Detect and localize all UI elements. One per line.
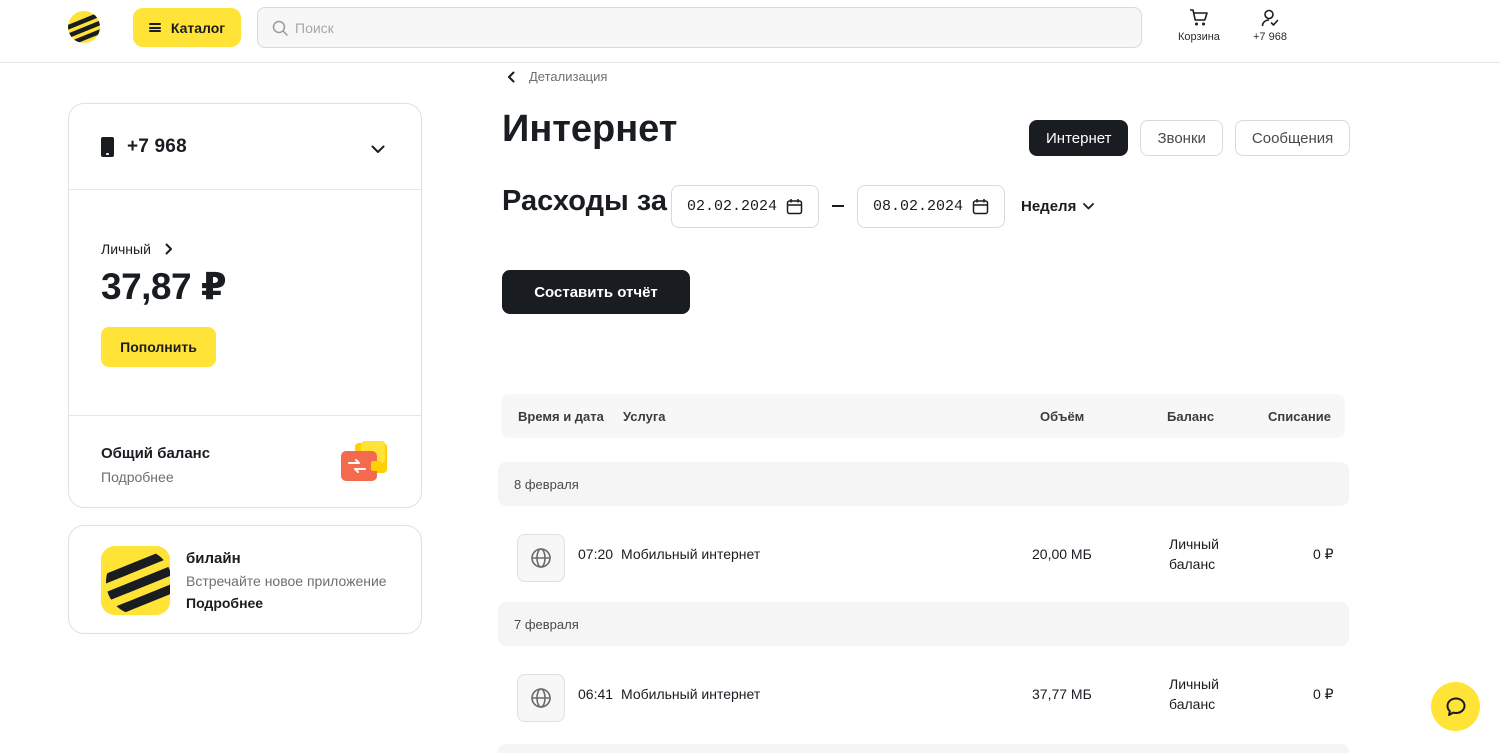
user-icon — [1261, 9, 1279, 27]
row-balance-line2: баланс — [1169, 696, 1216, 712]
table-row[interactable]: 06:41 Мобильный интернет 37,77 МБ Личный… — [498, 646, 1349, 742]
row-time: 06:41 — [578, 686, 614, 702]
app-promo-card[interactable]: билайн Встречайте новое приложение Подро… — [68, 525, 422, 634]
balance-amount: 37,87 ₽ — [101, 266, 227, 307]
row-time: 07:20 — [578, 546, 614, 562]
date-to-value: 08.02.2024 — [873, 198, 964, 215]
chat-button[interactable] — [1431, 682, 1480, 731]
create-report-button[interactable]: Составить отчёт — [502, 270, 690, 314]
search-icon — [272, 20, 288, 36]
profile-button[interactable]: +7 968 — [1253, 9, 1287, 43]
calendar-icon — [786, 199, 803, 215]
tab-messages[interactable]: Сообщения — [1234, 120, 1351, 156]
date-group-header: 7 февраля — [498, 602, 1349, 646]
catalog-button[interactable]: Каталог — [133, 8, 241, 47]
personal-account-link[interactable]: Личный — [101, 241, 226, 257]
search-input[interactable] — [295, 19, 1095, 36]
profile-label: +7 968 — [1253, 31, 1287, 43]
wallet-icon — [341, 441, 387, 481]
tab-internet[interactable]: Интернет — [1029, 120, 1129, 156]
chevron-down-icon — [1083, 203, 1095, 210]
row-volume: 37,77 МБ — [1032, 686, 1092, 702]
period-label: Расходы за — [502, 185, 667, 217]
topup-button[interactable]: Пополнить — [101, 327, 216, 367]
catalog-label: Каталог — [170, 19, 226, 36]
globe-icon — [517, 674, 565, 722]
header-balance: Баланс — [1167, 409, 1215, 424]
cart-icon — [1189, 9, 1208, 26]
account-number: +7 968 — [127, 135, 187, 157]
row-balance-line1: Личный — [1169, 676, 1219, 692]
common-balance-section[interactable]: Общий баланс Подробнее — [69, 415, 421, 507]
chevron-right-icon — [165, 243, 172, 255]
personal-label: Личный — [101, 241, 151, 257]
globe-icon — [517, 534, 565, 582]
date-from-field[interactable]: 02.02.2024 — [671, 185, 819, 228]
category-tabs: Интернет Звонки Сообщения — [1029, 120, 1351, 156]
row-charge: 0 ₽ — [1313, 686, 1334, 702]
phone-icon — [101, 136, 114, 157]
date-group-header: 8 февраля — [498, 462, 1349, 506]
breadcrumb-label: Детализация — [529, 69, 608, 84]
beeline-logo-icon[interactable] — [67, 10, 101, 44]
date-from-value: 02.02.2024 — [687, 198, 778, 215]
period-select-value: Неделя — [1021, 198, 1077, 215]
app-promo-title: билайн — [186, 550, 241, 567]
header-service: Услуга — [623, 409, 666, 424]
period-select[interactable]: Неделя — [1021, 198, 1095, 215]
chat-icon — [1446, 697, 1465, 716]
table-header: Время и дата Услуга Объём Баланс Списани… — [501, 394, 1345, 438]
search-bar[interactable] — [257, 7, 1142, 48]
common-balance-link[interactable]: Подробнее — [101, 469, 174, 485]
header-volume: Объём — [1040, 409, 1085, 424]
tab-calls[interactable]: Звонки — [1140, 120, 1223, 156]
row-balance-line1: Личный — [1169, 536, 1219, 552]
row-charge: 0 ₽ — [1313, 546, 1334, 562]
account-card: +7 968 Личный 37,87 ₽ Пополнить Общий ба… — [68, 103, 422, 508]
table-row[interactable]: 07:20 Мобильный интернет 20,00 МБ Личный… — [498, 506, 1349, 602]
cart-button[interactable]: Корзина — [1178, 9, 1220, 43]
date-group-label: 7 февраля — [514, 617, 579, 632]
chevron-left-icon — [508, 71, 515, 82]
date-to-field[interactable]: 08.02.2024 — [857, 185, 1005, 228]
date-group-header — [498, 744, 1349, 753]
cart-label: Корзина — [1178, 31, 1220, 43]
menu-icon — [148, 23, 161, 32]
header-datetime: Время и дата — [518, 409, 604, 424]
row-balance-line2: баланс — [1169, 556, 1216, 572]
date-range-separator — [832, 205, 844, 207]
date-group-label: 8 февраля — [514, 477, 579, 492]
row-volume: 20,00 МБ — [1032, 546, 1092, 562]
calendar-icon — [972, 199, 989, 215]
common-balance-title: Общий баланс — [101, 445, 211, 462]
app-promo-link[interactable]: Подробнее — [186, 595, 263, 611]
chevron-down-icon — [371, 145, 385, 153]
top-header: Каталог Корзина +7 968 — [0, 0, 1500, 63]
app-promo-subtitle: Встречайте новое приложение — [186, 573, 387, 589]
page-title: Интернет — [502, 108, 678, 150]
balance-block: Личный 37,87 ₽ — [101, 241, 227, 308]
beeline-app-icon — [101, 546, 170, 615]
row-service: Мобильный интернет — [621, 546, 761, 562]
back-link[interactable]: Детализация — [507, 69, 607, 84]
account-selector[interactable]: +7 968 — [69, 104, 421, 190]
row-service: Мобильный интернет — [621, 686, 761, 702]
header-charge: Списание — [1268, 409, 1331, 424]
